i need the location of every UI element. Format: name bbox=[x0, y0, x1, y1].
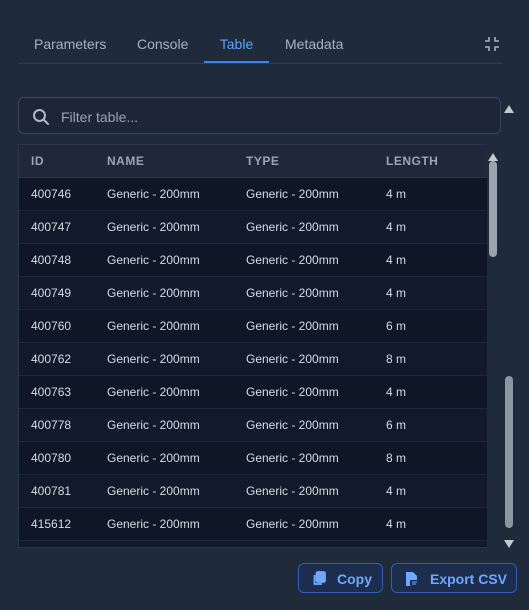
table-scroll-up-arrow[interactable] bbox=[488, 148, 498, 161]
collapse-icon[interactable] bbox=[484, 36, 500, 52]
cell-length: 4 m bbox=[386, 220, 407, 234]
cell-length: 8 m bbox=[386, 352, 407, 366]
cell-type: Generic - 200mm bbox=[246, 385, 339, 399]
cell-name: Generic - 200mm bbox=[107, 220, 200, 234]
cell-type: Generic - 200mm bbox=[246, 220, 339, 234]
cell-name: Generic - 200mm bbox=[107, 418, 200, 432]
table-row[interactable]: 400746 Generic - 200mm Generic - 200mm 4… bbox=[19, 178, 487, 211]
cell-type: Generic - 200mm bbox=[246, 286, 339, 300]
cell-name: Generic - 200mm bbox=[107, 286, 200, 300]
cell-type: Generic - 200mm bbox=[246, 253, 339, 267]
cell-id: 400763 bbox=[31, 385, 72, 399]
cell-id: 415612 bbox=[31, 517, 72, 531]
column-header-name[interactable]: NAME bbox=[107, 154, 144, 168]
cell-name: Generic - 200mm bbox=[107, 352, 200, 366]
cell-name: Generic - 200mm bbox=[107, 385, 200, 399]
cell-id: 400781 bbox=[31, 484, 72, 498]
cell-length: 4 m bbox=[386, 484, 407, 498]
cell-name: Generic - 200mm bbox=[107, 484, 200, 498]
cell-name: Generic - 200mm bbox=[107, 517, 200, 531]
filter-input[interactable] bbox=[59, 98, 493, 135]
cell-id: 400760 bbox=[31, 319, 72, 333]
tab-metadata[interactable]: Metadata bbox=[285, 36, 343, 63]
table-row[interactable]: 400778 Generic - 200mm Generic - 200mm 6… bbox=[19, 409, 487, 442]
tab-table[interactable]: Table bbox=[204, 30, 269, 63]
panel-scroll-up-arrow[interactable] bbox=[504, 100, 514, 113]
filter-field bbox=[18, 97, 501, 135]
cell-name: Generic - 200mm bbox=[107, 319, 200, 333]
cell-length: 8 m bbox=[386, 451, 407, 465]
cell-type: Generic - 200mm bbox=[246, 484, 339, 498]
cell-id: 400748 bbox=[31, 253, 72, 267]
cell-type: Generic - 200mm bbox=[246, 418, 339, 432]
cell-length: 6 m bbox=[386, 418, 407, 432]
table-row[interactable]: 400760 Generic - 200mm Generic - 200mm 6… bbox=[19, 310, 487, 343]
table-row[interactable]: 400749 Generic - 200mm Generic - 200mm 4… bbox=[19, 277, 487, 310]
cell-name: Generic - 200mm bbox=[107, 451, 200, 465]
tab-parameters[interactable]: Parameters bbox=[34, 36, 106, 63]
csv-file-icon bbox=[405, 571, 419, 586]
table-row[interactable]: 415612 Generic - 200mm Generic - 200mm 4… bbox=[19, 508, 487, 541]
copy-icon bbox=[312, 571, 326, 586]
table-body: 400746 Generic - 200mm Generic - 200mm 4… bbox=[19, 178, 487, 547]
cell-type: Generic - 200mm bbox=[246, 187, 339, 201]
cell-type: Generic - 200mm bbox=[246, 319, 339, 333]
cell-type: Generic - 200mm bbox=[246, 517, 339, 531]
cell-name: Generic - 200mm bbox=[107, 187, 200, 201]
cell-length: 6 m bbox=[386, 319, 407, 333]
column-header-id[interactable]: ID bbox=[31, 154, 44, 168]
panel-scroll-down-arrow[interactable] bbox=[504, 535, 514, 548]
table-panel: Parameters Console Table Metadata ID NAM… bbox=[0, 0, 529, 610]
cell-id: 400762 bbox=[31, 352, 72, 366]
cell-length: 4 m bbox=[386, 286, 407, 300]
cell-id: 400778 bbox=[31, 418, 72, 432]
copy-button[interactable]: Copy bbox=[298, 563, 383, 593]
cell-length: 4 m bbox=[386, 385, 407, 399]
cell-id: 400780 bbox=[31, 451, 72, 465]
panel-scrollbar-thumb[interactable] bbox=[505, 376, 513, 528]
tab-bar: Parameters Console Table Metadata bbox=[18, 30, 503, 64]
table-row[interactable]: 400747 Generic - 200mm Generic - 200mm 4… bbox=[19, 211, 487, 244]
table-row[interactable]: 400763 Generic - 200mm Generic - 200mm 4… bbox=[19, 376, 487, 409]
cell-id: 400746 bbox=[31, 187, 72, 201]
table-scrollbar-thumb[interactable] bbox=[489, 161, 497, 257]
cell-id: 400749 bbox=[31, 286, 72, 300]
cell-length: 4 m bbox=[386, 253, 407, 267]
table-row[interactable]: 400781 Generic - 200mm Generic - 200mm 4… bbox=[19, 475, 487, 508]
cell-id: 400747 bbox=[31, 220, 72, 234]
table-row[interactable]: 400748 Generic - 200mm Generic - 200mm 4… bbox=[19, 244, 487, 277]
export-csv-button-label: Export CSV bbox=[430, 571, 508, 587]
export-csv-button[interactable]: Export CSV bbox=[391, 563, 517, 593]
copy-button-label: Copy bbox=[337, 571, 372, 587]
cell-length: 4 m bbox=[386, 517, 407, 531]
search-icon bbox=[32, 108, 50, 126]
table-row[interactable]: 400780 Generic - 200mm Generic - 200mm 8… bbox=[19, 442, 487, 475]
column-header-length[interactable]: LENGTH bbox=[386, 154, 438, 168]
cell-type: Generic - 200mm bbox=[246, 352, 339, 366]
cell-length: 4 m bbox=[386, 187, 407, 201]
tab-console[interactable]: Console bbox=[137, 36, 188, 63]
table-header: ID NAME TYPE LENGTH bbox=[19, 145, 487, 178]
table-row[interactable] bbox=[19, 541, 487, 547]
cell-name: Generic - 200mm bbox=[107, 253, 200, 267]
table-row[interactable]: 400762 Generic - 200mm Generic - 200mm 8… bbox=[19, 343, 487, 376]
data-table: ID NAME TYPE LENGTH 400746 Generic - 200… bbox=[18, 144, 487, 548]
column-header-type[interactable]: TYPE bbox=[246, 154, 279, 168]
cell-type: Generic - 200mm bbox=[246, 451, 339, 465]
